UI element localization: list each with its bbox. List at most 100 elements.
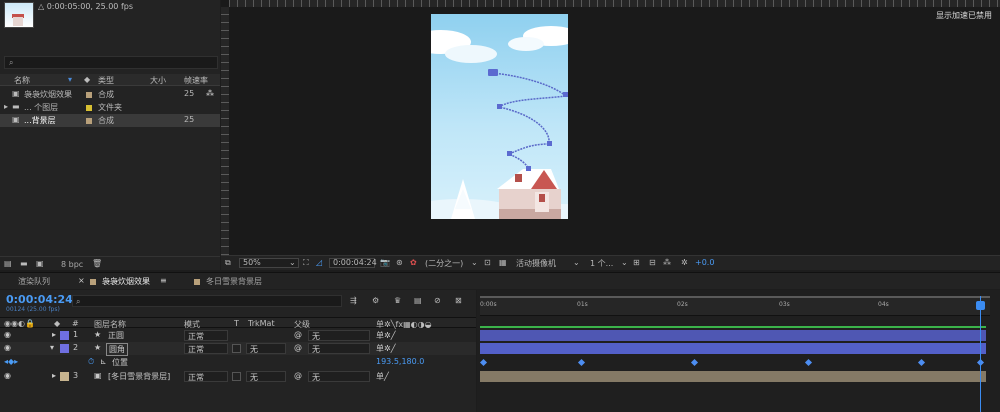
pickwhip-icon[interactable]: @ [294, 330, 302, 339]
project-item-selected[interactable]: ▣ ...背景层 合成 25 [0, 114, 220, 127]
current-time-indicator[interactable] [980, 296, 981, 412]
flowchart-icon[interactable]: ⁂ [663, 258, 671, 267]
mode-select[interactable]: 正常 [184, 330, 228, 341]
comp-mini-flowchart-icon[interactable]: ⇶ [350, 296, 357, 305]
layer-label-color[interactable] [60, 331, 69, 340]
visibility-eye-icon[interactable]: ◉ [4, 371, 11, 380]
project-search-input[interactable]: ⌕ [4, 56, 218, 69]
layer-row-selected[interactable]: ◉ ▾ 2 ★ 圆角 正常 无 @ 无 单✲╱ [0, 342, 476, 356]
parent-select[interactable]: 无 [308, 343, 370, 354]
ruler-tick: 03s [779, 301, 790, 308]
grid-toggle-icon[interactable]: ⧉ [225, 258, 231, 268]
keyframe[interactable] [577, 358, 586, 367]
col-name[interactable]: 名称 [14, 75, 30, 86]
layer-name[interactable]: 圆角 [106, 343, 128, 356]
preserve-transparency-checkbox[interactable] [232, 344, 241, 353]
layer-column-header: ◉◉◐🔒 ◆ # 图层名称 模式 T TrkMat 父级 单✲╲fx▦◐◑◒ [0, 317, 476, 329]
project-item[interactable]: ▸ ▬ ... 个图层 文件夹 [0, 101, 220, 114]
parent-select[interactable]: 无 [308, 330, 370, 341]
composition-canvas[interactable] [431, 14, 568, 219]
chevron-down-icon: ⌄ [621, 258, 628, 267]
current-time[interactable]: 0:00:04:24 [6, 293, 73, 306]
bpc-label[interactable]: 8 bpc [61, 260, 83, 269]
snapshot-icon[interactable]: 📷 [380, 258, 390, 267]
new-folder-icon[interactable]: ▬ [20, 259, 28, 268]
close-icon[interactable]: × [78, 276, 85, 285]
item-name: ... 个图层 [24, 103, 59, 112]
col-type[interactable]: 类型 [98, 75, 114, 86]
tab-comp-active[interactable]: 袅袅炊烟效果 [102, 276, 150, 287]
motion-blur-icon[interactable]: ⊘ [434, 296, 441, 305]
keyframe[interactable] [690, 358, 699, 367]
resolution-select[interactable]: (二分之一) [425, 258, 463, 269]
camera-select[interactable]: 活动摄像机 [516, 258, 556, 269]
interpret-footage-icon[interactable]: ▤ [4, 259, 12, 268]
region-of-interest-icon[interactable]: ⊡ [484, 258, 491, 267]
trash-icon[interactable]: 🗑 [92, 259, 102, 268]
current-time-indicator-head[interactable] [976, 301, 985, 310]
layer-name[interactable]: 正圆 [108, 330, 124, 341]
keyframe[interactable] [917, 358, 926, 367]
pickwhip-icon[interactable]: @ [294, 343, 302, 352]
exposure-reset-icon[interactable]: ✲ [681, 258, 688, 267]
frame-blending-icon[interactable]: ▤ [414, 296, 422, 305]
timeline-toggle-icon[interactable]: ⊟ [649, 258, 656, 267]
layer-duration-bar[interactable] [480, 330, 986, 341]
layer-switches[interactable]: 单✲╱ [376, 343, 396, 354]
visibility-eye-icon[interactable]: ◉ [4, 343, 11, 352]
tab-comp[interactable]: 冬日雪景背景层 [206, 276, 262, 287]
parent-select[interactable]: 无 [308, 371, 370, 382]
av-switches-icon: ◉◉◐🔒 [4, 319, 35, 328]
new-comp-icon[interactable]: ▣ [36, 259, 44, 268]
layer-row[interactable]: ◉ ▸ 1 ★ 正圆 正常 @ 无 单✲╱ [0, 329, 476, 342]
collapse-arrow-icon[interactable]: ▾ [50, 343, 54, 352]
tab-menu-icon[interactable]: ≡ [160, 276, 167, 285]
project-item[interactable]: ▣ 袅袅炊烟效果 合成 25 ⁂ [0, 88, 220, 101]
transparency-grid-icon[interactable]: ▦ [499, 258, 507, 267]
expand-arrow-icon[interactable]: ▸ [52, 330, 56, 339]
layer-duration-bar[interactable] [480, 343, 986, 354]
tab-render-queue[interactable]: 渲染队列 [18, 276, 50, 287]
expand-arrow-icon[interactable]: ▸ [52, 371, 56, 380]
time-ruler[interactable]: 0:00s 01s 02s 03s 04s [480, 298, 990, 316]
channel-icon[interactable]: ✿ [410, 258, 417, 267]
mode-select[interactable]: 正常 [184, 343, 228, 354]
fast-preview-icon[interactable]: ⊞ [633, 258, 640, 267]
show-snapshot-icon[interactable]: ⊛ [396, 258, 403, 267]
col-size[interactable]: 大小 [150, 75, 166, 86]
layer-duration-bar[interactable] [480, 371, 986, 382]
layer-switches[interactable]: 单╱ [376, 371, 389, 382]
sort-chevron-icon[interactable]: ▾ [68, 75, 72, 84]
keyframe-nav-icon[interactable]: ◂◆▸ [4, 357, 18, 366]
draft-3d-icon[interactable]: ⚙ [372, 296, 379, 305]
mask-toggle-icon[interactable]: ◿ [316, 258, 322, 267]
keyframe[interactable] [804, 358, 813, 367]
property-row[interactable]: ◂◆▸ ⏱ ⊾ 位置 193.5,180.0 [0, 356, 476, 369]
graph-editor-icon[interactable]: ⊠ [455, 296, 462, 305]
layer-switches[interactable]: 单✲╱ [376, 330, 396, 341]
property-value[interactable]: 193.5,180.0 [376, 357, 424, 366]
keyframe-track[interactable] [479, 357, 986, 368]
layer-row[interactable]: ◉ ▸ 3 ▣ [冬日雪景背景层] 正常 无 @ 无 单╱ [0, 370, 476, 383]
timeline-search-input[interactable]: ⌕ [72, 295, 342, 307]
flowchart-icon[interactable]: ⁂ [206, 89, 214, 98]
layer-name[interactable]: [冬日雪景背景层] [108, 371, 170, 382]
preserve-transparency-checkbox[interactable] [232, 372, 241, 381]
views-select[interactable]: 1 个... [590, 258, 613, 269]
exposure-value[interactable]: +0.0 [695, 258, 714, 267]
pickwhip-icon[interactable]: @ [294, 371, 302, 380]
col-framerate[interactable]: 帧速率 [184, 75, 208, 86]
mode-select[interactable]: 正常 [184, 371, 228, 382]
keyframe[interactable] [479, 358, 488, 367]
stopwatch-icon[interactable]: ⏱ [88, 357, 94, 367]
layer-label-color[interactable] [60, 372, 69, 381]
shy-icon[interactable]: ♛ [394, 296, 401, 305]
safe-margins-icon[interactable]: ⛶ [303, 258, 309, 268]
visibility-eye-icon[interactable]: ◉ [4, 330, 11, 339]
trkmat-select[interactable]: 无 [246, 371, 286, 382]
ruler-vertical [221, 7, 229, 255]
item-type: 合成 [98, 90, 114, 99]
layer-label-color[interactable] [60, 344, 69, 353]
trkmat-select[interactable]: 无 [246, 343, 286, 354]
expand-arrow-icon[interactable]: ▸ [4, 102, 8, 111]
